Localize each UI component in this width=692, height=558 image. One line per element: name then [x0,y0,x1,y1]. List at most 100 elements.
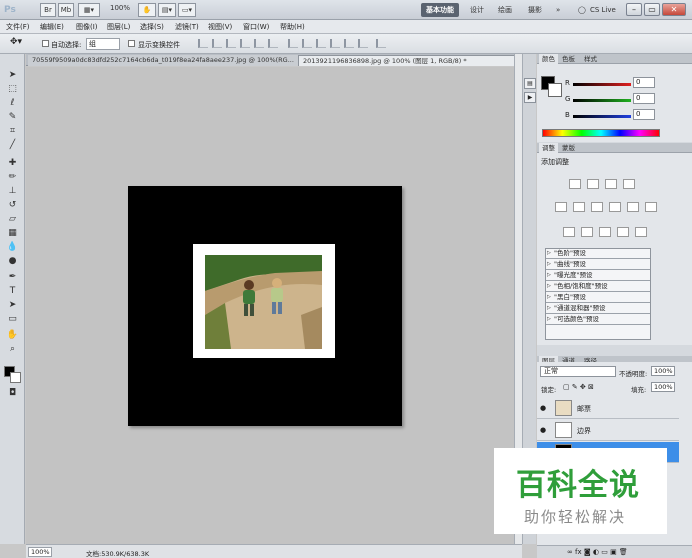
distribute-left-icon[interactable] [330,39,340,48]
blur-tool-icon[interactable]: 💧 [6,242,19,253]
pen-tool-icon[interactable]: ✒ [6,272,19,283]
threshold-icon[interactable] [599,227,611,237]
gradient-tool-icon[interactable]: ▦ [6,228,19,239]
actions-panel-icon[interactable]: ▶ [524,92,536,103]
arrange-documents-button[interactable]: ▤▾ [158,3,176,17]
background-color-swatch[interactable] [10,372,21,383]
distribute-hcenter-icon[interactable] [344,39,354,48]
invert-icon[interactable] [563,227,575,237]
fill-field[interactable]: 100% [651,382,675,392]
tab-document-1[interactable]: 70559f9509a0dc83dfd252c7164cb6da_t019f8e… [28,55,298,66]
zoom-level-dropdown[interactable]: 100% [110,4,130,12]
eye-icon[interactable]: ● [540,426,546,434]
selective-color-icon[interactable] [635,227,647,237]
menu-view[interactable]: 视图(V) [208,22,232,32]
zoom-tool-icon[interactable]: ⌕ [6,344,19,355]
eye-icon[interactable]: ● [540,404,546,412]
layer-footer-icons[interactable]: ∞ fx ◙ ◐ ▭ ▣ 🗑 [567,548,628,556]
menu-window[interactable]: 窗口(W) [243,22,269,32]
color-balance-icon[interactable] [591,202,603,212]
canvas-area[interactable] [26,67,514,544]
workspace-essentials[interactable]: 基本功能 [421,3,459,17]
view-extras-button[interactable]: ▦▾ [78,3,100,17]
auto-align-icon[interactable] [376,39,386,48]
gradient-map-icon[interactable] [617,227,629,237]
tab-masks[interactable]: 蒙版 [559,143,578,153]
align-vcenter-icon[interactable] [212,39,222,48]
tab-swatches[interactable]: 色板 [559,54,578,64]
document-canvas[interactable] [128,186,402,426]
maximize-button[interactable]: ▭ [644,3,660,16]
marquee-tool-icon[interactable]: ⬚ [6,84,19,95]
crop-tool-icon[interactable]: ⌗ [6,126,19,137]
workspace-design[interactable]: 设计 [470,3,484,17]
layer-row[interactable]: ● 边界 [537,420,679,441]
color-spectrum-bar[interactable] [542,129,660,137]
path-select-tool-icon[interactable]: ➤ [6,300,19,311]
color-background-swatch[interactable] [548,83,562,97]
screen-mode-button[interactable]: ▭▾ [178,3,196,17]
hand-tool-icon[interactable]: ✋ [138,3,156,17]
preset-curves[interactable]: "曲线"预设 [546,260,650,270]
vibrance-icon[interactable] [555,202,567,212]
zoom-field[interactable]: 100% [28,547,52,557]
distribute-vcenter-icon[interactable] [302,39,312,48]
menu-filter[interactable]: 滤镜(T) [175,22,199,32]
curves-icon[interactable] [605,179,617,189]
menu-help[interactable]: 帮助(H) [280,22,305,32]
layer-row[interactable]: ● 邮票 [537,398,679,419]
lock-icons[interactable]: ▢ ✎ ✥ ⊠ [563,383,594,391]
auto-select-checkbox[interactable] [42,40,49,47]
minimize-button[interactable]: – [626,3,642,16]
distribute-bottom-icon[interactable] [316,39,326,48]
preset-channel-mixer[interactable]: "通道混和器"预设 [546,304,650,314]
brightness-icon[interactable] [569,179,581,189]
bridge-button[interactable]: Br [40,3,56,17]
exposure-icon[interactable] [623,179,635,189]
black-white-icon[interactable] [609,202,621,212]
align-bottom-icon[interactable] [226,39,236,48]
channel-r-value[interactable]: 0 [633,77,655,88]
distribute-right-icon[interactable] [358,39,368,48]
opacity-field[interactable]: 100% [651,366,675,376]
move-tool-preset-icon[interactable]: ✥▾ [10,37,22,47]
clone-stamp-tool-icon[interactable]: ⊥ [6,186,19,197]
channel-mixer-icon[interactable] [645,202,657,212]
history-panel-icon[interactable]: ▤ [524,78,536,89]
tab-document-2[interactable]: 2013921196836898.jpg @ 100% (图层 1, RGB/8… [298,55,516,66]
hue-saturation-icon[interactable] [573,202,585,212]
blend-mode-dropdown[interactable]: 正常 [540,366,616,377]
mini-bridge-button[interactable]: Mb [58,3,74,17]
channel-r-slider[interactable] [573,83,631,86]
tab-styles[interactable]: 样式 [581,54,600,64]
tab-adjustments[interactable]: 调整 [539,143,558,153]
posterize-icon[interactable] [581,227,593,237]
preset-exposure[interactable]: "曝光度"预设 [546,271,650,281]
channel-b-value[interactable]: 0 [633,109,655,120]
show-transform-checkbox[interactable] [128,40,135,47]
shape-tool-icon[interactable]: ▭ [6,314,19,325]
menu-image[interactable]: 图像(I) [76,22,98,32]
preset-levels[interactable]: "色阶"预设 [546,249,650,259]
more-workspaces-icon[interactable]: » [556,3,560,17]
workspace-painting[interactable]: 绘画 [498,3,512,17]
eraser-tool-icon[interactable]: ▱ [6,214,19,225]
photo-filter-icon[interactable] [627,202,639,212]
workspace-photography[interactable]: 摄影 [528,3,542,17]
close-button[interactable]: ✕ [662,3,686,16]
align-left-icon[interactable] [240,39,250,48]
hand-tool-icon[interactable]: ✋ [6,330,19,341]
preset-black-white[interactable]: "黑白"预设 [546,293,650,303]
cs-live-icon[interactable]: ◯ [578,3,586,17]
dodge-tool-icon[interactable]: ● [6,256,19,267]
align-hcenter-icon[interactable] [254,39,264,48]
auto-select-dropdown[interactable]: 组 [86,38,120,50]
cs-live-button[interactable]: CS Live [590,3,616,17]
move-tool-icon[interactable]: ➤ [6,70,19,81]
menu-edit[interactable]: 编辑(E) [40,22,64,32]
preset-hue-saturation[interactable]: "色相/饱和度"预设 [546,282,650,292]
eyedropper-tool-icon[interactable]: ╱ [6,140,19,151]
type-tool-icon[interactable]: T [6,286,19,297]
menu-file[interactable]: 文件(F) [6,22,30,32]
levels-icon[interactable] [587,179,599,189]
